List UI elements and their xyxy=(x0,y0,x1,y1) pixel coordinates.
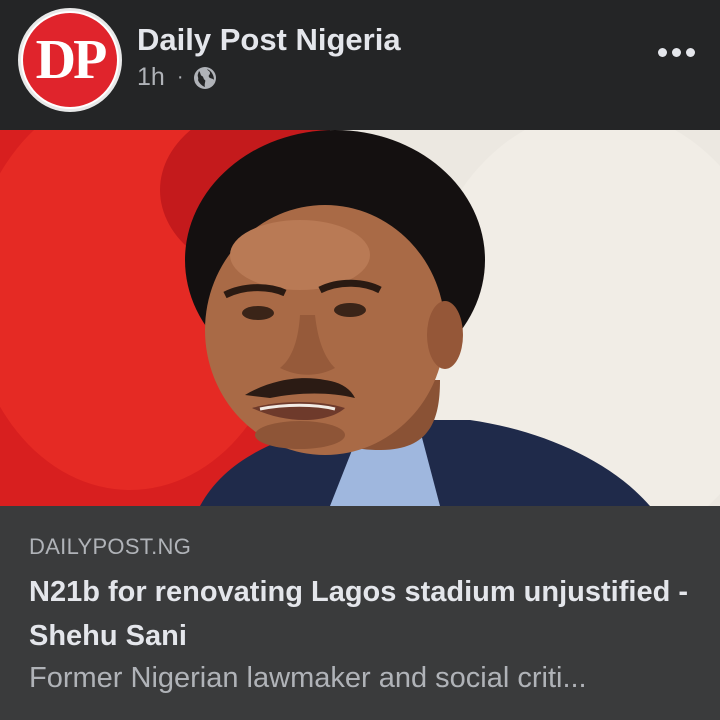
avatar-logo: DP xyxy=(23,13,117,107)
globe-icon xyxy=(193,66,217,90)
post-header: DP Daily Post Nigeria 1h · xyxy=(0,0,720,130)
link-preview[interactable]: DAILYPOST.NG N21b for renovating Lagos s… xyxy=(0,506,720,720)
article-image[interactable] xyxy=(0,130,720,506)
post-timestamp[interactable]: 1h xyxy=(137,63,165,92)
link-title[interactable]: N21b for renovating Lagos stadium unjust… xyxy=(29,570,689,658)
post-meta: 1h · xyxy=(137,63,217,92)
more-horizontal-icon xyxy=(657,47,667,57)
link-description: Former Nigerian lawmaker and social crit… xyxy=(29,662,587,694)
more-options-button[interactable] xyxy=(652,32,700,72)
facebook-post: DP Daily Post Nigeria 1h · DAILYPOST.NG … xyxy=(0,0,720,720)
link-domain: DAILYPOST.NG xyxy=(29,534,192,559)
page-name-link[interactable]: Daily Post Nigeria xyxy=(137,22,401,58)
meta-separator: · xyxy=(176,66,184,88)
page-avatar[interactable]: DP xyxy=(18,8,122,112)
